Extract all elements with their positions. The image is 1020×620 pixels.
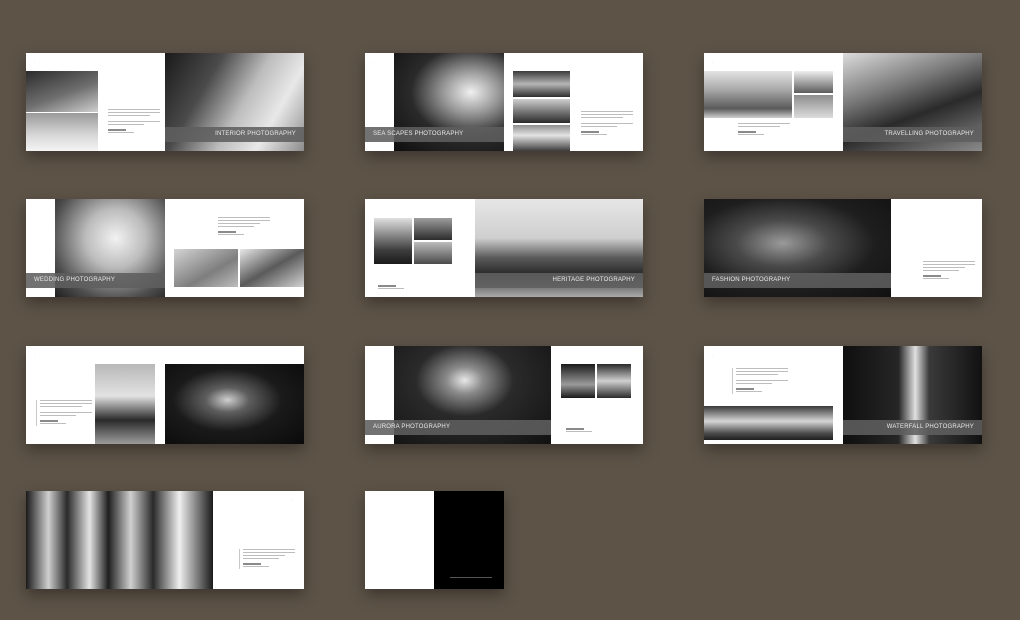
text-block	[738, 123, 790, 137]
text-block	[36, 400, 92, 426]
text-block	[239, 549, 295, 569]
photo-wedding-2	[174, 249, 238, 287]
text-block	[923, 261, 975, 281]
page-number-mark: ◦	[292, 498, 294, 502]
text-block	[378, 281, 430, 291]
photo-mountain	[794, 71, 833, 93]
photo-waterfalls-wide	[26, 491, 213, 589]
back-cover-line	[450, 577, 492, 578]
caption-interior: INTERIOR PHOTOGRAPHY	[165, 127, 304, 142]
page-number-mark: ◦	[373, 353, 375, 357]
catalog-preview: { "spreads": [ {"id": "interior", "capti…	[0, 0, 1020, 620]
photo-aurora-2	[561, 364, 595, 398]
page-number-mark: ◦	[712, 60, 714, 64]
caption-waterfall: WATERFALL PHOTOGRAPHY	[843, 420, 982, 435]
page-number-mark: ◦	[373, 60, 375, 64]
text-block	[732, 368, 788, 394]
spread-interior[interactable]: ◦ INTERIOR PHOTOGRAPHY	[26, 53, 304, 151]
photo-wedding-3	[240, 249, 304, 287]
text-block	[566, 424, 618, 434]
caption-wedding: WEDDING PHOTOGRAPHY	[26, 273, 165, 288]
photo-city	[414, 218, 452, 240]
spread-heritage[interactable]: ◦ HERITAGE PHOTOGRAPHY	[365, 199, 643, 297]
photo-bridge	[414, 242, 452, 264]
photo-tower-bridge	[374, 218, 412, 264]
caption-fashion: FASHION PHOTOGRAPHY	[704, 273, 891, 288]
photo-airport	[704, 71, 792, 118]
page-number-mark: ◦	[34, 60, 36, 64]
photo-sea-2	[513, 99, 570, 123]
spread-seascapes[interactable]: ◦ SEA SCAPES PHOTOGRAPHY	[365, 53, 643, 151]
text-block	[108, 109, 160, 135]
photo-model-standing	[95, 364, 155, 444]
page-number-mark: ◦	[34, 206, 36, 210]
photo-waterfall-small	[704, 406, 833, 440]
spread-cover[interactable]	[365, 491, 504, 589]
spread-fashion-2[interactable]: ◦	[26, 346, 304, 444]
caption-heritage: HERITAGE PHOTOGRAPHY	[475, 273, 643, 288]
photo-bedroom	[26, 71, 98, 112]
photo-sea-3	[513, 125, 570, 151]
spread-waterfall-2[interactable]: ◦	[26, 491, 304, 589]
spread-fashion[interactable]: FASHION PHOTOGRAPHY ◦	[704, 199, 982, 297]
text-block	[581, 111, 633, 137]
page-number-mark: ◦	[373, 206, 375, 210]
page-number-mark: ◦	[34, 353, 36, 357]
page-number-mark: ◦	[712, 353, 714, 357]
spread-waterfall[interactable]: ◦ WATERFALL PHOTOGRAPHY	[704, 346, 982, 444]
photo-living-room	[26, 113, 98, 151]
caption-seascapes: SEA SCAPES PHOTOGRAPHY	[365, 127, 504, 142]
text-block	[218, 217, 270, 237]
front-page-blank	[365, 491, 434, 589]
caption-aurora: AURORA PHOTOGRAPHY	[365, 420, 551, 435]
spread-wedding[interactable]: ◦ WEDDING PHOTOGRAPHY	[26, 199, 304, 297]
spread-aurora[interactable]: ◦ AURORA PHOTOGRAPHY	[365, 346, 643, 444]
photo-sea-1	[513, 71, 570, 97]
back-cover	[434, 491, 504, 589]
photo-model-night	[165, 364, 304, 444]
page-number-mark: ◦	[970, 206, 972, 210]
caption-travelling: TRAVELLING PHOTOGRAPHY	[843, 127, 982, 142]
photo-station	[794, 95, 833, 118]
photo-aurora-3	[597, 364, 631, 398]
spread-travelling[interactable]: ◦ TRAVELLING PHOTOGRAPHY	[704, 53, 982, 151]
